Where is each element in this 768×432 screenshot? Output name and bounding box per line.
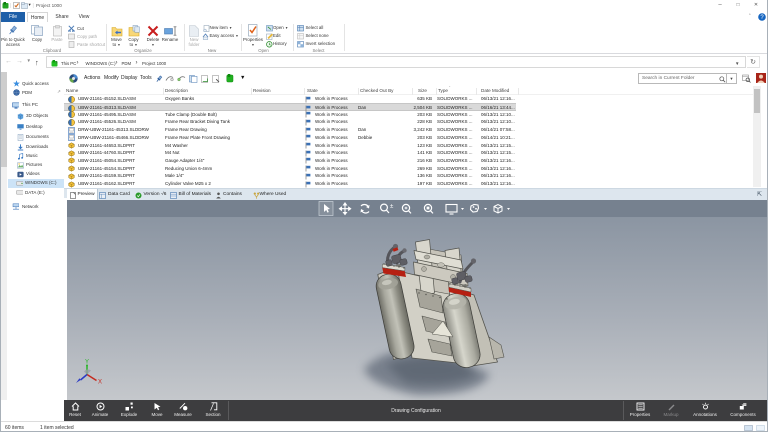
- svg-text:X: X: [98, 379, 102, 385]
- svg-text:±: ±: [390, 204, 394, 210]
